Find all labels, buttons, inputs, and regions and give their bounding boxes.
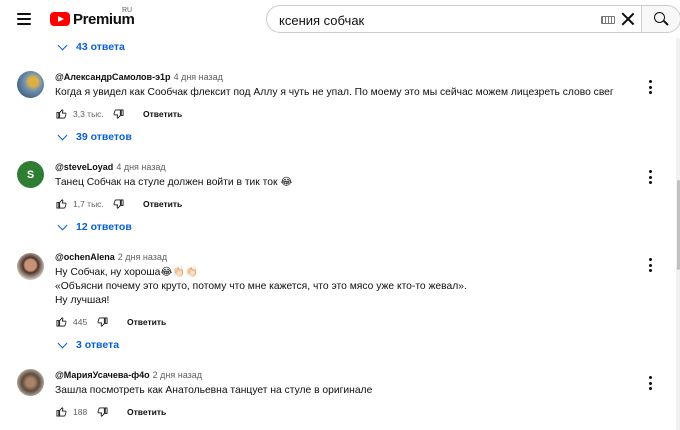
- dislike-button[interactable]: [96, 406, 110, 420]
- keyboard-icon[interactable]: [601, 16, 615, 24]
- replies-toggle[interactable]: 43 ответа: [57, 40, 125, 53]
- like-button[interactable]: [55, 405, 69, 419]
- reply-button[interactable]: Ответить: [143, 199, 182, 209]
- like-icon: [56, 407, 67, 417]
- comment-text: Когда я увидел как Сообчак флексит под А…: [55, 87, 614, 98]
- like-icon: [56, 317, 67, 327]
- menu-icon[interactable]: [14, 9, 36, 29]
- comment-header: @steveLoyad 4 дня назад: [55, 162, 166, 172]
- comment-header: @МарияУсачева-ф4о 2 дня назад: [55, 370, 202, 380]
- comment-author[interactable]: @АлександрСамолов-э1р: [55, 72, 171, 82]
- dislike-button[interactable]: [112, 198, 126, 212]
- reply-button[interactable]: Ответить: [143, 109, 182, 119]
- like-button[interactable]: [55, 315, 69, 329]
- comment-author[interactable]: @steveLoyad: [55, 162, 113, 172]
- dislike-icon: [97, 407, 108, 417]
- comment-text-line: Ну лучшая!: [55, 295, 110, 306]
- chevron-down-icon: [57, 338, 68, 348]
- like-icon: [56, 199, 67, 209]
- avatar[interactable]: S: [17, 161, 44, 188]
- comment-text: Зашла посмотреть как Анатольевна танцует…: [55, 385, 373, 396]
- comment-header: @АлександрСамолов-э1р 4 дня назад: [55, 72, 223, 82]
- search-button[interactable]: [641, 5, 680, 33]
- dislike-icon: [113, 199, 124, 209]
- more-vert-icon[interactable]: [644, 168, 656, 186]
- youtube-logo-icon: [50, 12, 70, 26]
- replies-toggle[interactable]: 12 ответов: [57, 220, 132, 233]
- avatar-letter: S: [26, 168, 35, 181]
- more-vert-icon[interactable]: [644, 256, 656, 274]
- search-box: [266, 5, 641, 33]
- search-input[interactable]: [279, 12, 579, 28]
- comment-text-line: Ну Собчак, ну хороша😂👏🏻👏🏻: [55, 267, 199, 278]
- dislike-icon: [97, 317, 108, 327]
- like-count: 188: [73, 407, 88, 417]
- like-button[interactable]: [55, 107, 69, 121]
- comment-author[interactable]: @ochenAlena: [55, 252, 115, 262]
- comment-time[interactable]: 2 дня назад: [118, 252, 167, 262]
- reply-button[interactable]: Ответить: [127, 317, 166, 327]
- chevron-down-icon: [57, 130, 68, 140]
- like-count: 1,7 тыс.: [73, 199, 104, 209]
- search-icon-handle: [663, 20, 669, 26]
- replies-label: 12 ответов: [76, 221, 132, 233]
- avatar[interactable]: [17, 71, 44, 98]
- like-button[interactable]: [55, 197, 69, 211]
- dislike-icon: [113, 109, 124, 119]
- avatar[interactable]: [17, 369, 44, 396]
- comment-text-line: «Объясни почему это круто, потому что мн…: [55, 281, 467, 292]
- top-bar: Premium RU: [0, 0, 680, 38]
- comment-time[interactable]: 4 дня назад: [174, 72, 223, 82]
- reply-button[interactable]: Ответить: [127, 407, 166, 417]
- dislike-button[interactable]: [112, 108, 126, 122]
- replies-toggle[interactable]: 3 ответа: [57, 338, 120, 351]
- replies-label: 3 ответа: [76, 339, 120, 351]
- dislike-button[interactable]: [96, 316, 110, 330]
- youtube-premium-logo[interactable]: Premium RU: [50, 7, 135, 29]
- like-count: 3,3 тыс.: [73, 109, 104, 119]
- replies-label: 43 ответа: [76, 41, 125, 53]
- clear-icon[interactable]: [621, 12, 635, 26]
- comment-text: Танец Собчак на стуле должен войти в тик…: [55, 177, 293, 188]
- logo-region: RU: [122, 7, 133, 14]
- comment-header: @ochenAlena 2 дня назад: [55, 252, 167, 262]
- like-count: 445: [73, 317, 88, 327]
- comment-time[interactable]: 4 дня назад: [116, 162, 165, 172]
- chevron-down-icon: [57, 220, 68, 230]
- more-vert-icon[interactable]: [644, 78, 656, 96]
- avatar[interactable]: [17, 253, 44, 280]
- replies-label: 39 ответов: [76, 131, 132, 143]
- replies-toggle[interactable]: 39 ответов: [57, 130, 132, 143]
- comment-author[interactable]: @МарияУсачева-ф4о: [55, 370, 150, 380]
- like-icon: [56, 109, 67, 119]
- more-vert-icon[interactable]: [644, 374, 656, 392]
- chevron-down-icon: [57, 40, 68, 50]
- comment-time[interactable]: 2 дня назад: [153, 370, 202, 380]
